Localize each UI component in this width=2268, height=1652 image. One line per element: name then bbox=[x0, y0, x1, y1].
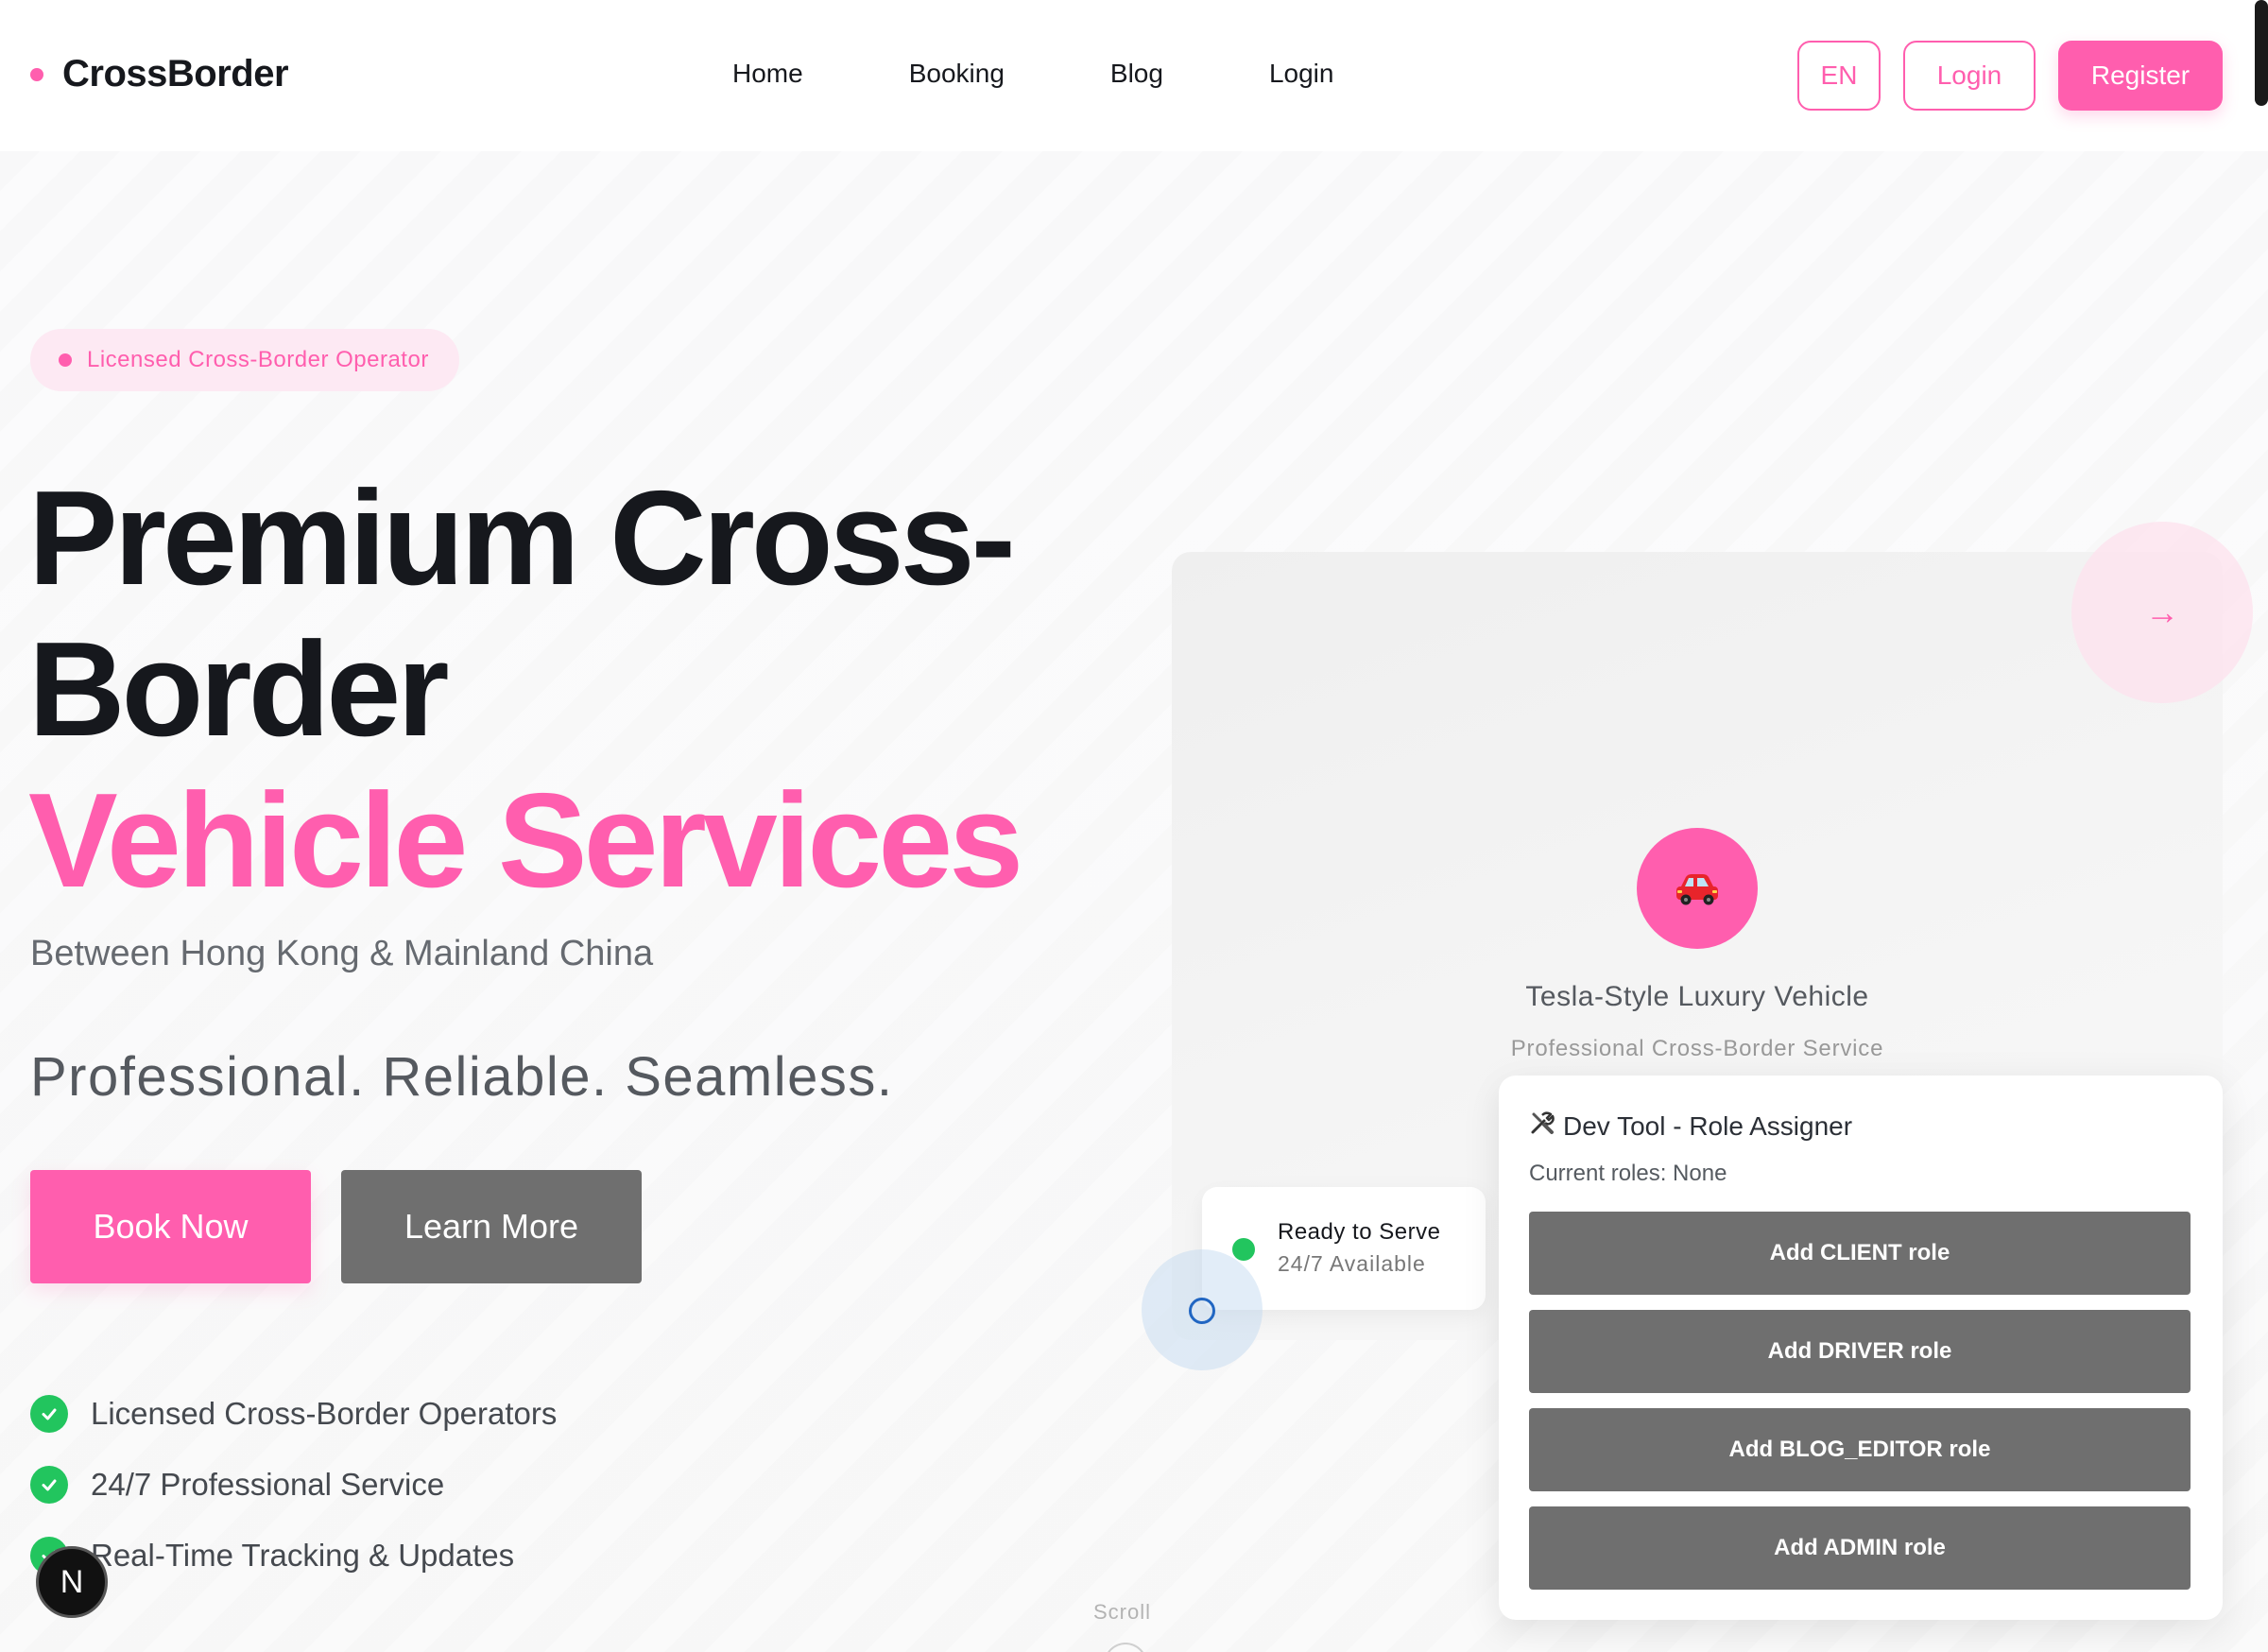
badge-text: Licensed Cross-Border Operator bbox=[87, 347, 429, 372]
nav-links: Home Booking Blog Login bbox=[732, 59, 1333, 89]
learn-more-button[interactable]: Learn More bbox=[341, 1170, 642, 1283]
register-button[interactable]: Register bbox=[2058, 41, 2223, 111]
ready-title: Ready to Serve bbox=[1278, 1219, 1441, 1245]
dev-tool-panel: Dev Tool - Role Assigner Current roles: … bbox=[1499, 1076, 2223, 1620]
navbar: CrossBorder Home Booking Blog Login EN L… bbox=[0, 0, 2268, 151]
add-driver-role-button[interactable]: Add DRIVER role bbox=[1529, 1310, 2191, 1393]
vehicle-title: Tesla-Style Luxury Vehicle bbox=[1525, 981, 1869, 1012]
cursor-ring-icon bbox=[1189, 1298, 1215, 1324]
car-icon bbox=[1676, 874, 1718, 905]
feature-item: Licensed Cross-Border Operators bbox=[30, 1378, 557, 1449]
hero-subtitle: Between Hong Kong & Mainland China bbox=[30, 934, 654, 973]
next-arrow-button[interactable]: → bbox=[2071, 522, 2253, 703]
feature-list: Licensed Cross-Border Operators 24/7 Pro… bbox=[30, 1378, 557, 1591]
headline-line-3: Vehicle Services bbox=[28, 766, 1023, 916]
ready-subtitle: 24/7 Available bbox=[1278, 1251, 1426, 1276]
book-now-button[interactable]: Book Now bbox=[30, 1170, 311, 1283]
check-icon bbox=[30, 1465, 68, 1504]
license-badge: Licensed Cross-Border Operator bbox=[30, 329, 459, 391]
hero-tagline: Professional. Reliable. Seamless. bbox=[30, 1046, 894, 1108]
brand[interactable]: CrossBorder bbox=[30, 53, 289, 95]
brand-name[interactable]: CrossBorder bbox=[62, 53, 289, 95]
dev-tool-title: Dev Tool - Role Assigner bbox=[1529, 1110, 1852, 1143]
add-blog-editor-role-button[interactable]: Add BLOG_EDITOR role bbox=[1529, 1408, 2191, 1491]
hero-headline: Premium Cross- Border Vehicle Services bbox=[28, 463, 1023, 917]
feature-item: Real-Time Tracking & Updates bbox=[30, 1520, 557, 1591]
nav-link-booking[interactable]: Booking bbox=[909, 59, 1005, 89]
headline-line-2: Border bbox=[28, 614, 450, 765]
car-badge bbox=[1637, 828, 1758, 949]
nav-actions: EN Login Register bbox=[1797, 41, 2223, 111]
next-dev-badge[interactable]: N bbox=[36, 1546, 108, 1618]
login-button[interactable]: Login bbox=[1903, 41, 2036, 111]
arrow-right-icon: → bbox=[2145, 593, 2179, 631]
nav-link-home[interactable]: Home bbox=[732, 59, 803, 89]
brand-dot bbox=[30, 67, 43, 81]
vehicle-subtitle: Professional Cross-Border Service bbox=[1510, 1036, 1884, 1061]
add-admin-role-button[interactable]: Add ADMIN role bbox=[1529, 1506, 2191, 1590]
nav-link-login[interactable]: Login bbox=[1269, 59, 1334, 89]
online-status-dot bbox=[1232, 1238, 1255, 1261]
feature-item: 24/7 Professional Service bbox=[30, 1449, 557, 1520]
nav-link-blog[interactable]: Blog bbox=[1110, 59, 1163, 89]
badge-dot bbox=[59, 353, 72, 367]
feature-text: 24/7 Professional Service bbox=[91, 1466, 445, 1502]
dev-tool-title-text: Dev Tool - Role Assigner bbox=[1563, 1110, 1853, 1141]
scroll-label: Scroll bbox=[1093, 1600, 1152, 1624]
current-roles-text: Current roles: None bbox=[1529, 1161, 1727, 1186]
check-icon bbox=[30, 1394, 68, 1433]
feature-text: Real-Time Tracking & Updates bbox=[91, 1537, 515, 1573]
headline-line-1: Premium Cross- bbox=[28, 463, 1016, 613]
language-button[interactable]: EN bbox=[1797, 41, 1881, 111]
tools-icon bbox=[1529, 1110, 1555, 1143]
add-client-role-button[interactable]: Add CLIENT role bbox=[1529, 1212, 2191, 1295]
scrollbar[interactable] bbox=[2255, 0, 2268, 106]
feature-text: Licensed Cross-Border Operators bbox=[91, 1395, 558, 1431]
